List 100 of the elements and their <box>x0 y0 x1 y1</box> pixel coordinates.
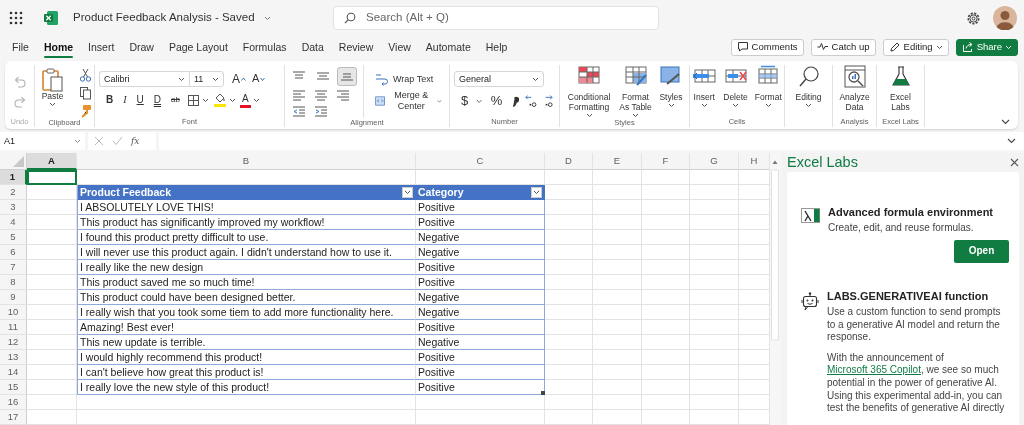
link[interactable]: Microsoft 365 Copilot <box>827 364 921 376</box>
empty-cell[interactable] <box>690 395 739 410</box>
app-launcher-icon[interactable] <box>9 11 23 25</box>
row-header[interactable]: 13 <box>0 350 27 365</box>
empty-cell[interactable] <box>545 350 593 365</box>
empty-cell[interactable] <box>593 230 642 245</box>
column-header[interactable]: F <box>642 153 690 170</box>
empty-cell[interactable] <box>545 380 593 395</box>
caret-icon[interactable] <box>263 15 271 21</box>
labs-button[interactable]: Excel Labs <box>881 65 920 117</box>
empty-cell[interactable] <box>690 275 739 290</box>
empty-cell[interactable] <box>690 260 739 275</box>
font-size-dropdown[interactable]: 11 <box>189 71 224 87</box>
menu-tab[interactable]: Review <box>331 36 381 58</box>
empty-cell[interactable] <box>545 230 593 245</box>
document-title[interactable]: Product Feedback Analysis - Saved <box>73 11 255 25</box>
empty-cell[interactable] <box>545 320 593 335</box>
column-header[interactable]: A <box>27 153 77 170</box>
row-header[interactable]: 2 <box>0 185 27 200</box>
empty-cell[interactable] <box>545 260 593 275</box>
styles-button[interactable]: Styles <box>657 65 685 118</box>
align-left-icon[interactable] <box>292 89 306 102</box>
empty-cell[interactable] <box>642 335 690 350</box>
menu-tab[interactable]: Help <box>478 36 515 58</box>
empty-cell[interactable] <box>642 305 690 320</box>
menu-tab[interactable]: File <box>5 36 36 58</box>
empty-cell[interactable] <box>593 290 642 305</box>
formula-bar-field[interactable] <box>159 132 1024 150</box>
empty-cell[interactable] <box>593 185 642 200</box>
empty-cell[interactable] <box>593 365 642 380</box>
wrap-text-button[interactable]: Wrap Text <box>372 71 445 87</box>
empty-cell[interactable] <box>690 215 739 230</box>
empty-cell[interactable] <box>77 395 416 410</box>
empty-cell[interactable] <box>690 185 739 200</box>
insert-function-button[interactable]: fx <box>131 135 140 147</box>
column-header[interactable]: B <box>77 153 416 170</box>
empty-cell[interactable] <box>642 230 690 245</box>
merge-center-button[interactable]: Merge & Center <box>372 93 445 109</box>
caret-icon[interactable] <box>252 97 260 103</box>
caret-icon[interactable] <box>476 98 483 104</box>
row-header[interactable]: 4 <box>0 215 27 230</box>
empty-cell[interactable] <box>642 380 690 395</box>
empty-cell[interactable] <box>690 335 739 350</box>
empty-cell[interactable] <box>690 320 739 335</box>
empty-cell[interactable] <box>642 290 690 305</box>
empty-cell[interactable] <box>690 230 739 245</box>
comments-button[interactable]: Comments <box>730 38 804 56</box>
currency-button[interactable]: $ <box>458 93 472 109</box>
selected-cell[interactable] <box>27 170 77 185</box>
empty-cell[interactable] <box>593 350 642 365</box>
column-header[interactable]: E <box>593 153 642 170</box>
row-header[interactable]: 1 <box>0 170 27 185</box>
conditional-button[interactable]: Conditional Formatting <box>564 65 615 118</box>
empty-cell[interactable] <box>545 215 593 230</box>
align-bottom-button[interactable] <box>337 67 357 86</box>
comma-style-icon[interactable] <box>510 94 520 108</box>
empty-cell[interactable] <box>545 305 593 320</box>
row-header[interactable]: 10 <box>0 305 27 320</box>
empty-cell[interactable] <box>545 410 593 425</box>
paste-button[interactable]: Paste <box>39 65 66 118</box>
empty-cell[interactable] <box>593 245 642 260</box>
empty-cell[interactable] <box>593 410 642 425</box>
insert-button[interactable]: Insert <box>690 65 719 117</box>
row-header[interactable]: 6 <box>0 245 27 260</box>
empty-cell[interactable] <box>545 395 593 410</box>
empty-cell[interactable] <box>642 365 690 380</box>
empty-cell[interactable] <box>545 290 593 305</box>
empty-cell[interactable] <box>642 260 690 275</box>
row-header[interactable]: 15 <box>0 380 27 395</box>
copy-icon[interactable] <box>78 86 92 100</box>
empty-cell[interactable] <box>545 245 593 260</box>
vertical-scrollbar[interactable] <box>770 153 780 425</box>
row-header[interactable]: 8 <box>0 275 27 290</box>
empty-cell[interactable] <box>690 200 739 215</box>
menu-tab[interactable]: Page Layout <box>161 36 235 58</box>
empty-cell[interactable] <box>77 410 416 425</box>
analyze-button[interactable]: Analyze Data <box>837 65 872 117</box>
italic-button[interactable]: I <box>120 92 130 108</box>
menu-tab[interactable]: Home <box>36 36 81 58</box>
empty-cell[interactable] <box>690 305 739 320</box>
row-header[interactable]: 17 <box>0 410 27 425</box>
borders-icon[interactable] <box>186 93 200 107</box>
empty-cell[interactable] <box>642 395 690 410</box>
menu-tab[interactable]: Data <box>294 36 331 58</box>
caret-icon[interactable] <box>228 97 236 103</box>
increase-decimal-icon[interactable] <box>524 94 538 108</box>
align-right-icon[interactable] <box>336 89 350 102</box>
bold-button[interactable]: B <box>103 92 117 108</box>
empty-cell[interactable] <box>690 290 739 305</box>
empty-cell[interactable] <box>642 410 690 425</box>
format-button[interactable]: Format <box>752 65 784 117</box>
empty-cell[interactable] <box>416 410 545 425</box>
catch-up-button[interactable]: Catch up <box>810 38 876 56</box>
empty-cell[interactable] <box>545 335 593 350</box>
mode-dropdown[interactable]: Editing <box>882 38 949 56</box>
select-all-icon[interactable] <box>12 155 24 167</box>
empty-cell[interactable] <box>593 395 642 410</box>
empty-cell[interactable] <box>642 245 690 260</box>
underline-button[interactable]: U <box>133 92 147 108</box>
empty-cell[interactable] <box>690 170 739 185</box>
